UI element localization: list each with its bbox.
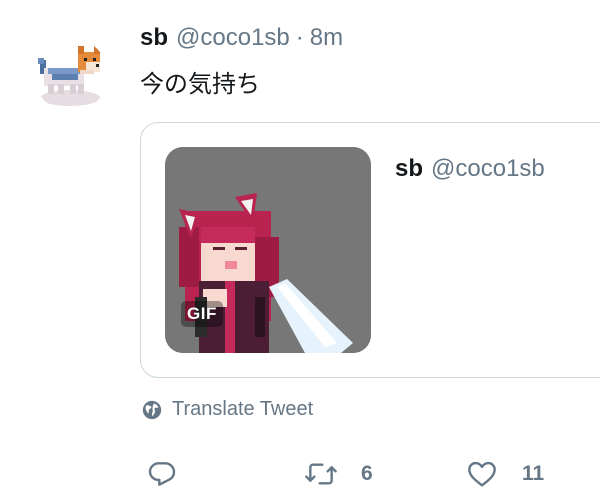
reply-button[interactable] bbox=[146, 458, 178, 490]
retweet-icon bbox=[303, 458, 339, 490]
gif-badge: GIF bbox=[181, 301, 223, 327]
reply-icon bbox=[146, 458, 178, 490]
like-button[interactable]: 11 bbox=[466, 458, 544, 490]
author-handle[interactable]: @coco1sb bbox=[176, 24, 290, 52]
tweet-header: sb @coco1sb · 8m bbox=[140, 24, 343, 56]
author-display-name[interactable]: sb bbox=[140, 24, 168, 52]
heart-icon bbox=[466, 458, 498, 490]
retweet-button[interactable]: 6 bbox=[303, 458, 373, 490]
shiba-avatar-image bbox=[34, 38, 108, 112]
tweet-actions: 6 11 bbox=[0, 452, 600, 496]
separator-dot: · bbox=[295, 24, 304, 51]
avatar[interactable] bbox=[34, 38, 108, 112]
quoted-tweet-card[interactable]: GIF sb @coco1sb bbox=[140, 122, 600, 378]
quoted-tweet-header: sb @coco1sb bbox=[395, 155, 545, 183]
like-count: 11 bbox=[522, 462, 545, 485]
translate-label: Translate Tweet bbox=[172, 398, 314, 420]
tweet-timestamp[interactable]: 8m bbox=[310, 24, 343, 52]
globe-icon bbox=[141, 399, 163, 421]
translate-tweet-link[interactable]: Translate Tweet bbox=[141, 398, 313, 421]
tweet-text: 今の気持ち bbox=[140, 71, 260, 98]
quoted-author-display-name: sb bbox=[395, 155, 424, 182]
retweet-count: 6 bbox=[361, 462, 373, 485]
quoted-gif-media[interactable]: GIF bbox=[165, 147, 371, 353]
quoted-author-handle: @coco1sb bbox=[431, 155, 545, 182]
